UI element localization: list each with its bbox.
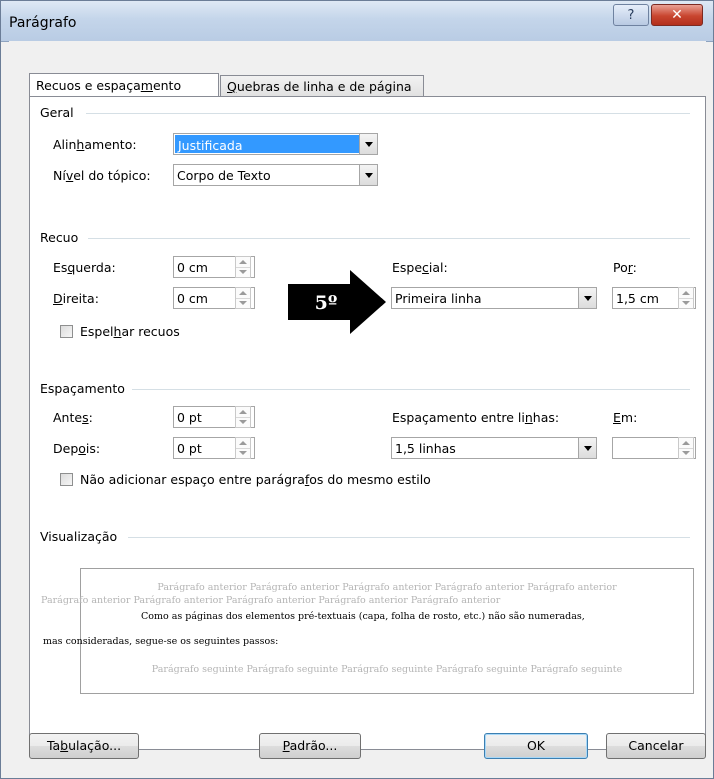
- spin-down-icon[interactable]: [236, 448, 250, 458]
- at-label: Em:: [613, 410, 638, 425]
- special-value: Primeira linha: [395, 291, 482, 306]
- special-select[interactable]: Primeira linha: [391, 287, 597, 309]
- preview-current-line: mas consideradas, segue-se os seguintes …: [43, 636, 279, 647]
- spin-down-icon[interactable]: [236, 298, 250, 308]
- preview-current-line: Como as páginas dos elementos pré-textua…: [141, 611, 585, 622]
- preview-previous-line: Parágrafo anterior Parágrafo anterior Pa…: [157, 582, 617, 593]
- annotation-arrow: 5º: [288, 270, 386, 334]
- section-visualizacao: Visualização: [40, 529, 118, 544]
- outline-level-label: Nível do tópico:: [53, 168, 151, 183]
- tab-line-page-breaks[interactable]: Quebras de linha e de página: [220, 75, 424, 97]
- preview-next-line: Parágrafo seguinte Parágrafo seguinte Pa…: [151, 664, 623, 675]
- section-geral: Geral: [40, 105, 74, 120]
- mirror-indents-label: Espelhar recuos: [80, 324, 180, 339]
- chevron-down-icon[interactable]: [359, 134, 377, 154]
- chevron-down-icon[interactable]: [578, 438, 596, 458]
- default-button[interactable]: Padrão...: [259, 733, 361, 759]
- help-button[interactable]: ?: [613, 4, 649, 26]
- tabs-button[interactable]: Tabulação...: [29, 733, 139, 759]
- no-space-same-style-checkbox[interactable]: [60, 473, 73, 486]
- no-space-same-style-label: Não adicionar espaço entre parágrafos do…: [80, 472, 431, 487]
- before-label: Antes:: [53, 410, 93, 425]
- left-indent-label: Esquerda:: [53, 260, 116, 275]
- section-espacamento: Espaçamento: [40, 381, 125, 396]
- annotation-label: 5º: [315, 292, 338, 314]
- cancel-button[interactable]: Cancelar: [606, 733, 706, 759]
- after-label: Depois:: [53, 441, 101, 456]
- close-button[interactable]: ✕: [651, 4, 703, 26]
- spin-down-icon[interactable]: [679, 298, 693, 308]
- paragraph-dialog: Parágrafo ? ✕ Recuos e espaçamento Quebr…: [0, 0, 714, 779]
- spin-down-icon[interactable]: [236, 417, 250, 427]
- alignment-value: Justificada: [175, 135, 359, 153]
- divider: [128, 537, 690, 538]
- divider: [88, 238, 690, 239]
- line-spacing-select[interactable]: 1,5 linhas: [391, 437, 597, 459]
- mirror-indents-checkbox[interactable]: [60, 325, 73, 338]
- divider: [132, 389, 690, 390]
- chevron-down-icon[interactable]: [578, 288, 596, 308]
- special-label: Especial:: [392, 260, 448, 275]
- spin-down-icon[interactable]: [679, 448, 693, 458]
- outline-level-select[interactable]: Corpo de Texto: [173, 164, 378, 186]
- dialog-title: Parágrafo: [9, 15, 77, 31]
- by-label: Por:: [613, 260, 637, 275]
- tab-indents-spacing[interactable]: Recuos e espaçamento: [29, 73, 219, 97]
- section-recuo: Recuo: [40, 230, 79, 245]
- preview-box: Parágrafo anterior Parágrafo anterior Pa…: [41, 568, 694, 694]
- ok-button[interactable]: OK: [484, 733, 588, 759]
- dialog-body: Recuos e espaçamento Quebras de linha e …: [9, 41, 706, 771]
- line-spacing-label: Espaçamento entre linhas:: [392, 410, 560, 425]
- alignment-select[interactable]: Justificada: [173, 133, 378, 155]
- divider: [86, 113, 690, 114]
- tab-panel: Geral Alinhamento: Justificada Nível do …: [29, 96, 706, 750]
- preview-previous-line: Parágrafo anterior Parágrafo anterior Pa…: [41, 595, 501, 606]
- title-bar[interactable]: Parágrafo ? ✕: [1, 1, 713, 42]
- chevron-down-icon[interactable]: [359, 165, 377, 185]
- line-spacing-value: 1,5 linhas: [395, 441, 456, 456]
- alignment-label: Alinhamento:: [53, 137, 137, 152]
- outline-level-value: Corpo de Texto: [177, 168, 271, 183]
- right-indent-label: Direita:: [53, 291, 99, 306]
- spin-down-icon[interactable]: [236, 267, 250, 277]
